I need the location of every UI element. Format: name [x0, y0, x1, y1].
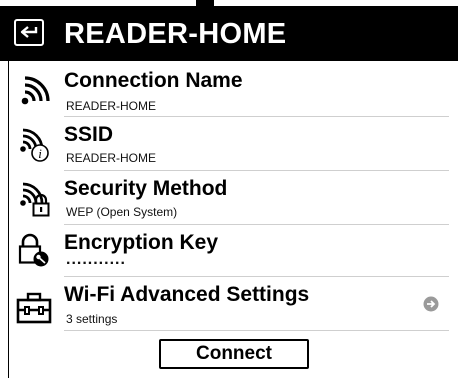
row-subtitle: 3 settings	[66, 312, 118, 326]
row-title: SSID	[64, 123, 114, 146]
title-bar: READER-HOME	[0, 6, 458, 61]
row-title: Wi-Fi Advanced Settings	[64, 283, 310, 306]
list-item-security-method[interactable]: Security Method WEP (Open System)	[9, 171, 449, 225]
list-item-connection-name[interactable]: Connection Name READER-HOME	[9, 61, 449, 117]
lock-key-icon	[18, 233, 49, 267]
row-subtitle: READER-HOME	[66, 151, 157, 165]
list-item-encryption-key[interactable]: Encryption Key ...........	[9, 225, 449, 277]
row-subtitle: WEP (Open System)	[66, 205, 178, 219]
wifi-signal-icon	[21, 76, 50, 105]
page-title: READER-HOME	[64, 18, 287, 50]
wifi-lock-icon	[20, 182, 50, 217]
back-arrow-icon	[20, 26, 38, 38]
encryption-key-masked: ...........	[66, 251, 126, 268]
list-item-wifi-advanced-settings[interactable]: Wi-Fi Advanced Settings 3 settings	[9, 277, 449, 331]
row-subtitle: READER-HOME	[66, 99, 157, 113]
arrow-right-circle-icon[interactable]	[423, 296, 439, 312]
toolbox-icon	[16, 292, 52, 324]
connect-button[interactable]: Connect	[159, 339, 309, 369]
divider	[64, 330, 449, 331]
svg-text:i: i	[38, 146, 42, 161]
row-title: Security Method	[64, 177, 228, 200]
row-title: Connection Name	[64, 69, 243, 92]
back-button[interactable]	[14, 19, 44, 46]
list-item-ssid[interactable]: i SSID READER-HOME	[9, 117, 449, 171]
wifi-info-icon: i	[20, 128, 49, 162]
